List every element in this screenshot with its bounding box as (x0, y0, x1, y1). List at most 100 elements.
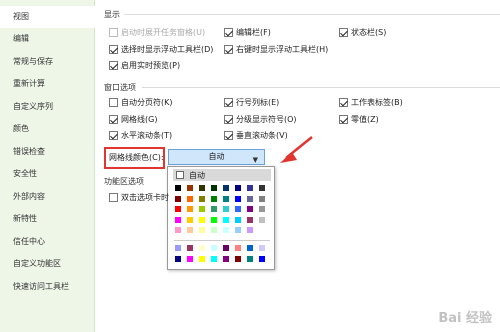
sidebar-item[interactable]: 外部内容 (0, 186, 95, 208)
auto-color-option[interactable]: 自动 (173, 169, 271, 181)
color-swatch[interactable] (258, 244, 266, 252)
option-checkbox-row[interactable]: 双击选项卡时 (109, 191, 169, 203)
option-checkbox-row[interactable]: 分级显示符号(O) (224, 113, 297, 125)
color-swatch[interactable] (258, 255, 266, 263)
color-swatch[interactable] (186, 226, 194, 234)
checkbox-checked-icon[interactable] (224, 44, 233, 54)
color-swatch[interactable] (222, 184, 230, 192)
color-swatch[interactable] (174, 244, 182, 252)
color-swatch[interactable] (186, 184, 194, 192)
checkbox-unchecked-icon[interactable] (109, 97, 118, 107)
sidebar-item[interactable]: 自定义功能区 (0, 253, 95, 275)
color-swatch[interactable] (210, 255, 218, 263)
sidebar-item[interactable]: 信任中心 (0, 231, 95, 253)
checkbox-checked-icon[interactable] (109, 60, 118, 70)
gridline-color-select[interactable]: 自动 ▼ (168, 149, 265, 165)
color-swatch[interactable] (246, 226, 254, 234)
color-swatch[interactable] (234, 255, 242, 263)
color-swatch[interactable] (234, 215, 242, 224)
option-checkbox-row[interactable]: 工作表标签(B) (339, 96, 403, 108)
option-label: 垂直滚动条(V) (236, 130, 288, 140)
option-checkbox-row[interactable]: 水平滚动条(T) (109, 129, 172, 141)
color-swatch[interactable] (186, 244, 194, 252)
checkbox-checked-icon[interactable] (224, 114, 233, 124)
checkbox-checked-icon[interactable] (109, 130, 118, 140)
sidebar-item[interactable]: 新特性 (0, 208, 95, 230)
color-swatch[interactable] (234, 244, 242, 252)
option-checkbox-row[interactable]: 启用实时预览(P) (109, 59, 180, 71)
color-swatch[interactable] (198, 226, 206, 234)
color-swatch[interactable] (174, 215, 182, 224)
checkbox-checked-icon[interactable] (109, 114, 118, 124)
color-swatch[interactable] (258, 184, 266, 192)
color-swatch[interactable] (210, 205, 218, 213)
option-checkbox-row[interactable]: 编辑栏(F) (224, 26, 271, 38)
sidebar-item[interactable]: 视图 (0, 6, 95, 28)
color-swatch[interactable] (198, 205, 206, 213)
option-checkbox-row[interactable]: 选择时显示浮动工具栏(D) (109, 43, 213, 55)
color-swatch[interactable] (198, 244, 206, 252)
color-swatch[interactable] (210, 226, 218, 234)
option-checkbox-row[interactable]: 垂直滚动条(V) (224, 129, 288, 141)
option-checkbox-row[interactable]: 网格线(G) (109, 113, 157, 125)
color-swatch[interactable] (174, 194, 182, 203)
sidebar-item[interactable]: 颜色 (0, 118, 95, 140)
option-checkbox-row[interactable]: 状态栏(S) (339, 26, 386, 38)
color-swatch[interactable] (222, 215, 230, 224)
color-swatch[interactable] (222, 226, 230, 234)
color-swatch[interactable] (246, 244, 254, 252)
color-swatch[interactable] (210, 215, 218, 224)
sidebar-item[interactable]: 常规与保存 (0, 51, 95, 73)
checkbox-checked-icon[interactable] (224, 27, 233, 37)
color-swatch[interactable] (246, 194, 254, 203)
sidebar-item[interactable]: 自定义序列 (0, 96, 95, 118)
color-swatch[interactable] (174, 255, 182, 263)
color-swatch[interactable] (222, 194, 230, 203)
color-swatch[interactable] (186, 255, 194, 263)
color-swatch[interactable] (198, 215, 206, 224)
color-swatch[interactable] (186, 205, 194, 213)
checkbox-unchecked-icon[interactable] (109, 192, 118, 202)
color-swatch[interactable] (210, 244, 218, 252)
color-swatch[interactable] (258, 194, 266, 203)
color-swatch[interactable] (210, 194, 218, 203)
sidebar-item[interactable]: 错误检查 (0, 141, 95, 163)
color-swatch[interactable] (186, 194, 194, 203)
color-swatch[interactable] (174, 184, 182, 192)
color-swatch[interactable] (246, 205, 254, 213)
color-swatch[interactable] (198, 184, 206, 192)
color-swatch[interactable] (198, 255, 206, 263)
checkbox-checked-icon[interactable] (339, 97, 348, 107)
sidebar-item[interactable]: 快速访问工具栏 (0, 276, 95, 298)
checkbox-checked-icon[interactable] (224, 130, 233, 140)
checkbox-checked-icon[interactable] (109, 44, 118, 54)
color-swatch[interactable] (234, 184, 242, 192)
color-swatch[interactable] (222, 244, 230, 252)
option-checkbox-row[interactable]: 自动分页符(K) (109, 96, 173, 108)
color-swatch[interactable] (258, 226, 266, 234)
color-swatch[interactable] (234, 205, 242, 213)
option-checkbox-row[interactable]: 行号列标(E) (224, 96, 279, 108)
color-swatch[interactable] (258, 215, 266, 224)
option-checkbox-row[interactable]: 右键时显示浮动工具栏(H) (224, 43, 328, 55)
checkbox-checked-icon[interactable] (224, 97, 233, 107)
checkbox-checked-icon[interactable] (339, 114, 348, 124)
color-swatch[interactable] (186, 215, 194, 224)
color-swatch[interactable] (222, 255, 230, 263)
color-swatch[interactable] (246, 184, 254, 192)
sidebar-item[interactable]: 编辑 (0, 28, 95, 50)
color-swatch[interactable] (174, 226, 182, 234)
color-swatch[interactable] (222, 205, 230, 213)
color-swatch[interactable] (174, 205, 182, 213)
color-swatch[interactable] (258, 205, 266, 213)
color-swatch[interactable] (234, 194, 242, 203)
color-swatch[interactable] (246, 255, 254, 263)
sidebar-item[interactable]: 重新计算 (0, 73, 95, 95)
sidebar-item[interactable]: 安全性 (0, 163, 95, 185)
checkbox-checked-icon[interactable] (339, 27, 348, 37)
color-swatch[interactable] (198, 194, 206, 203)
option-checkbox-row[interactable]: 零值(Z) (339, 113, 379, 125)
color-swatch[interactable] (246, 215, 254, 224)
color-swatch[interactable] (234, 226, 242, 234)
color-swatch[interactable] (210, 184, 218, 192)
